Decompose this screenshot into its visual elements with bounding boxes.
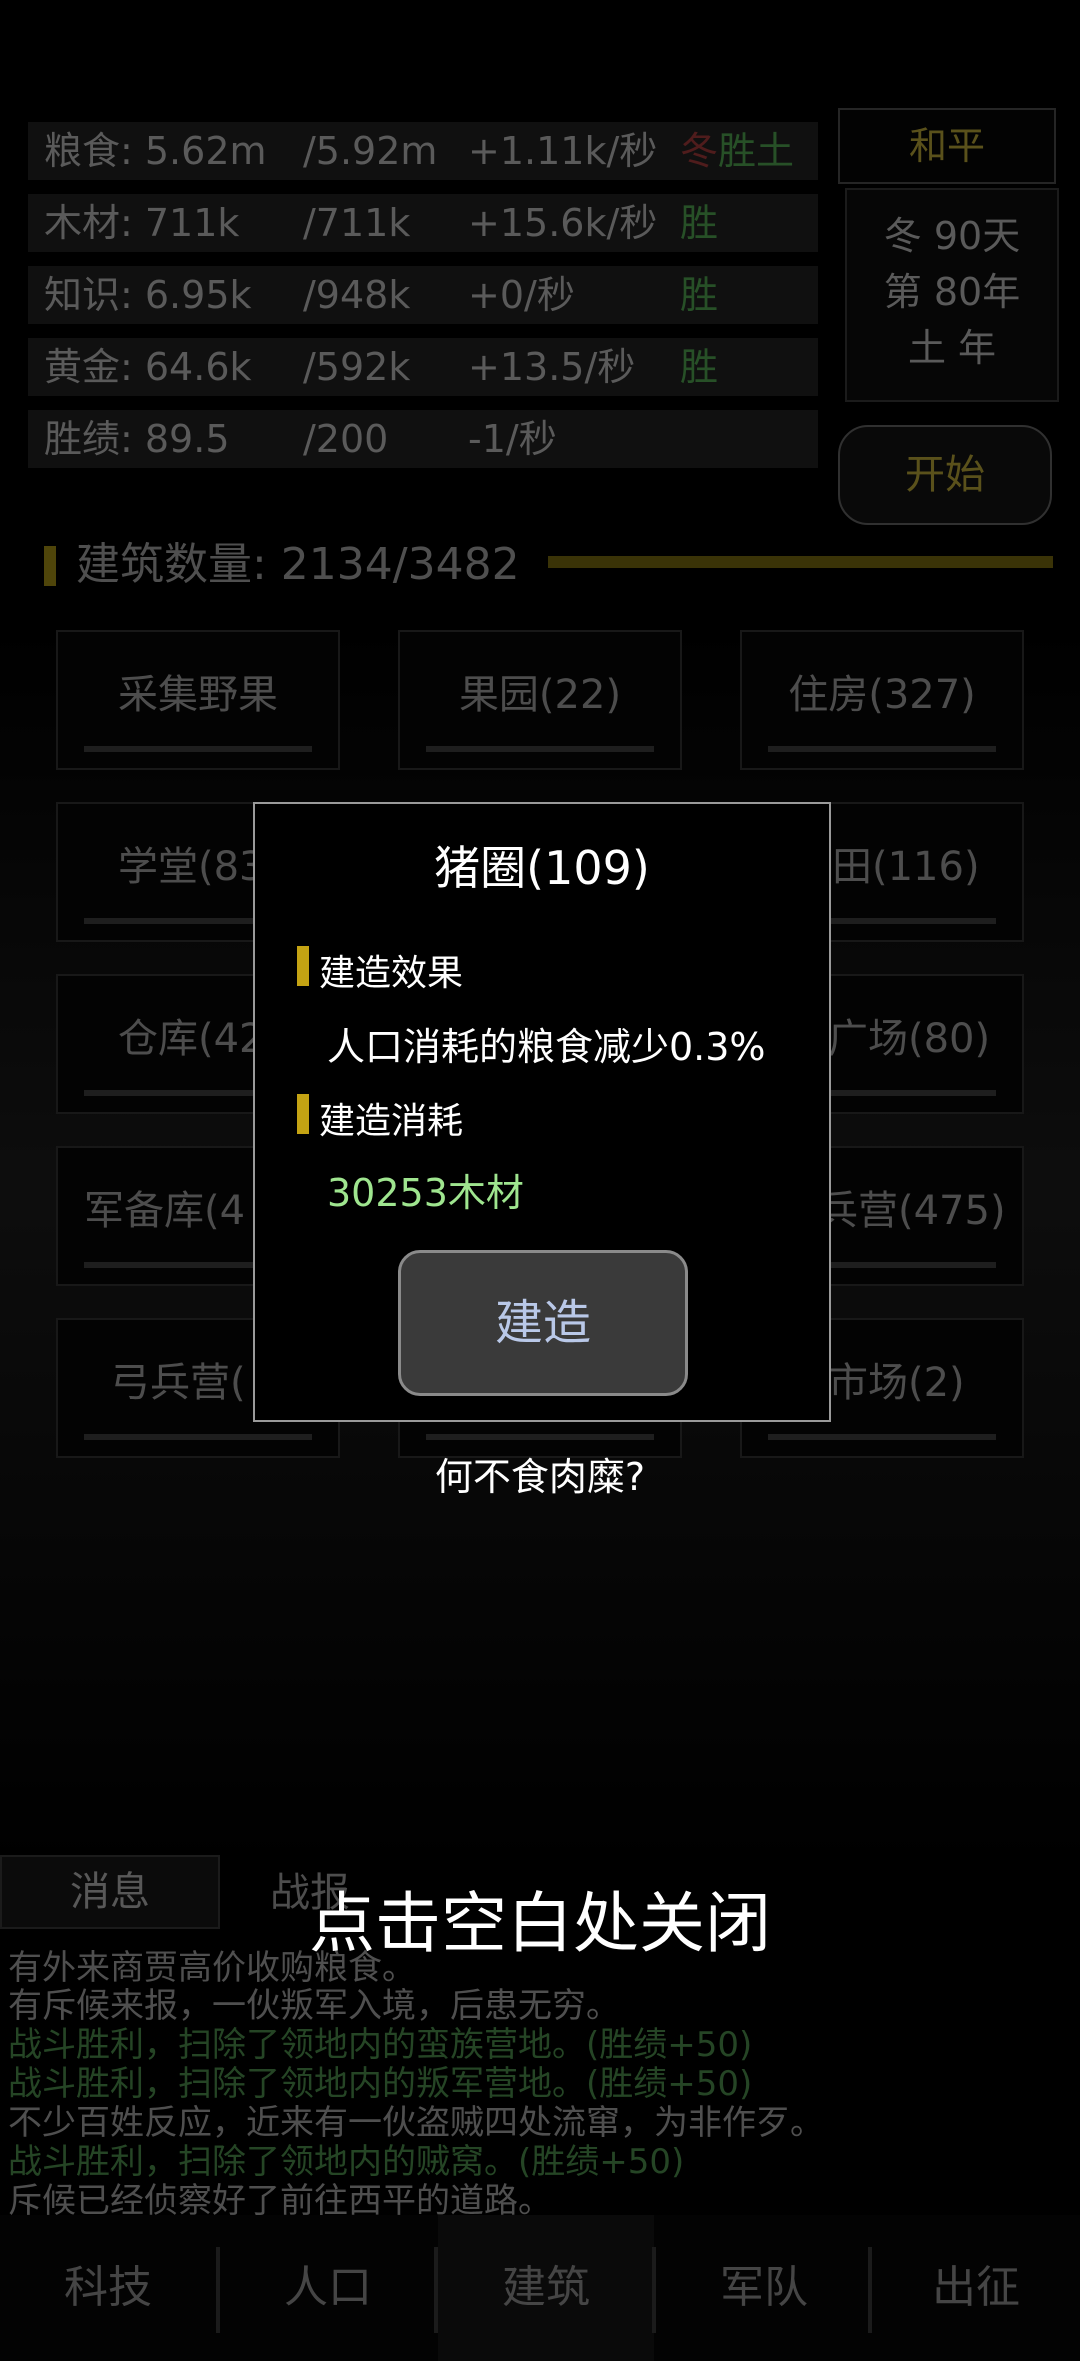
section-accent-bar — [297, 1094, 309, 1134]
effect-text: 人口消耗的粮食减少0.3% — [327, 1025, 766, 1069]
cost-text: 30253木材 — [327, 1171, 524, 1215]
close-hint: 点击空白处关闭 — [309, 1885, 771, 1962]
building-detail-dialog: 猪圈(109) 建造效果 人口消耗的粮食减少0.3% 建造消耗 30253木材 … — [253, 802, 831, 1422]
dialog-title: 猪圈(109) — [434, 841, 650, 895]
flavor-text: 何不食肉糜? — [434, 1455, 646, 1499]
effect-header: 建造效果 — [319, 953, 464, 994]
cost-header: 建造消耗 — [319, 1101, 464, 1142]
section-accent-bar — [297, 946, 309, 986]
build-button[interactable]: 建造 — [398, 1250, 688, 1396]
